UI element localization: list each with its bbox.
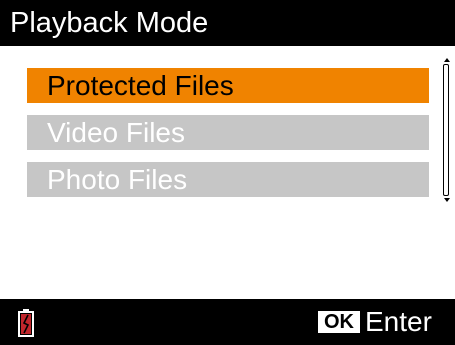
- page-title: Playback Mode: [10, 7, 209, 39]
- playback-menu-list: Protected Files Video Files Photo Files: [27, 68, 429, 209]
- battery-low-icon: [18, 309, 34, 337]
- scroll-up-arrow-icon: [444, 58, 450, 62]
- menu-item-label: Photo Files: [47, 164, 188, 195]
- menu-scrollbar[interactable]: [443, 58, 453, 204]
- menu-item-video-files[interactable]: Video Files: [27, 115, 429, 150]
- scroll-down-arrow-icon: [444, 198, 450, 202]
- header-bar: Playback Mode: [0, 0, 455, 46]
- playback-mode-screen: Playback Mode Protected Files Video File…: [0, 0, 455, 345]
- menu-item-protected-files[interactable]: Protected Files: [27, 68, 429, 103]
- scroll-track: [443, 64, 449, 196]
- footer-bar: OK Enter: [0, 299, 455, 345]
- menu-item-label: Protected Files: [47, 70, 234, 101]
- menu-item-label: Video Files: [47, 117, 186, 148]
- enter-hint-label: Enter: [365, 306, 432, 337]
- ok-button-badge: OK: [318, 311, 360, 333]
- menu-item-photo-files[interactable]: Photo Files: [27, 162, 429, 197]
